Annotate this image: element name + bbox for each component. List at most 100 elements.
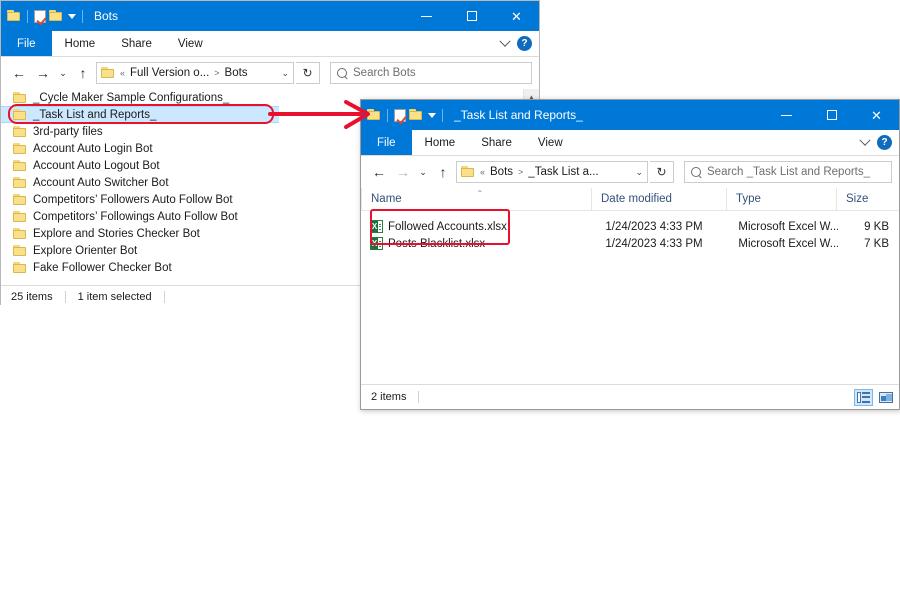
window2-ribbon-right[interactable]: ? [859, 130, 899, 155]
explorer-window-task-list[interactable]: _Task List and Reports_ ✕ File Home Shar… [360, 99, 900, 410]
folder-icon [13, 176, 27, 189]
tab-share[interactable]: Share [108, 31, 165, 56]
column-header-type[interactable]: Type [726, 188, 836, 210]
file-name-label: Followed Accounts.xlsx [388, 220, 507, 233]
tab-home[interactable]: Home [52, 31, 109, 56]
window1-controls[interactable]: ✕ [404, 1, 539, 31]
breadcrumb-segment-parent[interactable]: Full Version o... [130, 67, 209, 79]
recent-locations-icon[interactable]: ⌄ [56, 62, 70, 84]
folder-icon [367, 109, 381, 121]
list-item-label: _Task List and Reports_ [33, 108, 157, 121]
column-header-name[interactable]: Name ⌃ [361, 188, 591, 210]
help-icon[interactable]: ? [877, 135, 892, 150]
column-header-type-label: Type [736, 193, 761, 205]
maximize-button[interactable] [809, 100, 854, 130]
back-icon[interactable]: ← [8, 62, 30, 84]
address-dropdown-icon[interactable]: ⌄ [635, 167, 643, 178]
screenshot-canvas: Bots ✕ File Home Share View ? ← → ⌄ ↑ « … [0, 0, 900, 600]
forward-icon: → [396, 164, 410, 180]
close-button[interactable]: ✕ [494, 1, 539, 31]
minimize-button[interactable] [404, 1, 449, 31]
window2-status-bar: 2 items [361, 384, 899, 409]
back-icon[interactable]: ← [368, 161, 390, 183]
large-icons-view-button[interactable] [876, 389, 895, 406]
address-folder-icon [461, 166, 475, 178]
window2-quick-access-toolbar[interactable] [367, 108, 446, 122]
breadcrumb-overflow[interactable]: « [480, 167, 485, 177]
breadcrumb-segment-current[interactable]: _Task List a... [528, 166, 598, 178]
address-bar[interactable]: « Full Version o... > Bots ⌄ [96, 62, 294, 84]
window2-file-list[interactable]: Name ⌃ Date modified Type Size X Followe… [361, 188, 899, 384]
folder-icon [13, 159, 27, 172]
help-icon[interactable]: ? [517, 36, 532, 51]
search-input[interactable]: Search Bots [330, 62, 532, 84]
view-mode-buttons[interactable] [854, 388, 895, 406]
folder-icon [13, 125, 27, 138]
new-folder-icon[interactable] [409, 109, 423, 121]
window1-ribbon-right[interactable]: ? [499, 31, 539, 56]
file-size-cell: 7 KB [864, 237, 889, 250]
table-row[interactable]: X Posts Blacklist.xlsx 1/24/2023 4:33 PM… [361, 235, 899, 252]
new-folder-icon[interactable] [49, 10, 63, 22]
forward-icon[interactable]: → [32, 62, 54, 84]
chevron-down-icon[interactable] [499, 35, 511, 47]
up-icon[interactable]: ↑ [72, 62, 94, 84]
address-dropdown-icon[interactable]: ⌄ [281, 68, 289, 79]
search-input[interactable]: Search _Task List and Reports_ [684, 161, 892, 183]
close-button[interactable]: ✕ [854, 100, 899, 130]
window1-navigation-bar[interactable]: ← → ⌄ ↑ « Full Version o... > Bots ⌄ ↻ S… [1, 57, 539, 89]
search-icon [334, 65, 350, 81]
excel-file-icon: X [370, 237, 383, 250]
list-item-selected[interactable]: _Task List and Reports_ [1, 106, 279, 123]
tab-file[interactable]: File [361, 130, 412, 155]
tab-view[interactable]: View [525, 130, 576, 155]
window2-controls[interactable]: ✕ [764, 100, 899, 130]
folder-icon [7, 10, 21, 22]
tab-view[interactable]: View [165, 31, 216, 56]
window2-ribbon-tabs[interactable]: File Home Share View ? [361, 130, 899, 156]
breadcrumb-segment-parent[interactable]: Bots [490, 166, 513, 178]
details-view-button[interactable] [854, 388, 873, 406]
large-icons-view-icon [878, 391, 893, 403]
column-header-size[interactable]: Size [836, 188, 898, 210]
breadcrumb-overflow[interactable]: « [120, 68, 125, 78]
tab-home[interactable]: Home [412, 130, 469, 155]
details-view-icon [857, 391, 870, 403]
folder-icon [13, 193, 27, 206]
window2-navigation-bar[interactable]: ← → ⌄ ↑ « Bots > _Task List a... ⌄ ↻ Sea… [361, 156, 899, 188]
properties-checkmark-icon[interactable] [394, 108, 406, 122]
column-header-name-label: Name [371, 193, 402, 205]
column-headers[interactable]: Name ⌃ Date modified Type Size [361, 188, 899, 211]
folder-icon [13, 108, 27, 121]
refresh-button[interactable]: ↻ [296, 62, 320, 84]
file-name-label: Posts Blacklist.xlsx [388, 237, 486, 250]
window1-ribbon-tabs[interactable]: File Home Share View ? [1, 31, 539, 57]
minimize-button[interactable] [764, 100, 809, 130]
item-count: 25 items [11, 290, 53, 303]
file-name-cell[interactable]: X Posts Blacklist.xlsx [361, 237, 596, 250]
chevron-down-icon[interactable] [859, 134, 871, 146]
file-name-cell[interactable]: X Followed Accounts.xlsx [361, 220, 596, 233]
maximize-button[interactable] [449, 1, 494, 31]
column-header-date-label: Date modified [601, 193, 672, 205]
window2-title-bar[interactable]: _Task List and Reports_ ✕ [361, 100, 899, 130]
selection-count: 1 item selected [77, 290, 152, 303]
breadcrumb-segment-current[interactable]: Bots [225, 67, 248, 79]
qat-divider [442, 108, 443, 122]
status-divider [163, 290, 165, 303]
address-folder-icon [101, 67, 115, 79]
column-header-date-modified[interactable]: Date modified [591, 188, 726, 210]
window1-title-bar[interactable]: Bots ✕ [1, 1, 539, 31]
recent-locations-icon[interactable]: ⌄ [416, 161, 430, 183]
up-icon[interactable]: ↑ [432, 161, 454, 183]
refresh-button[interactable]: ↻ [650, 161, 674, 183]
properties-checkmark-icon[interactable] [34, 9, 46, 23]
customize-dropdown-icon[interactable] [68, 13, 76, 19]
table-row[interactable]: X Followed Accounts.xlsx 1/24/2023 4:33 … [361, 218, 899, 235]
customize-dropdown-icon[interactable] [428, 112, 436, 118]
tab-file[interactable]: File [1, 31, 52, 56]
status-divider [64, 290, 66, 303]
tab-share[interactable]: Share [468, 130, 525, 155]
window1-quick-access-toolbar[interactable] [7, 9, 86, 23]
address-bar[interactable]: « Bots > _Task List a... ⌄ [456, 161, 648, 183]
